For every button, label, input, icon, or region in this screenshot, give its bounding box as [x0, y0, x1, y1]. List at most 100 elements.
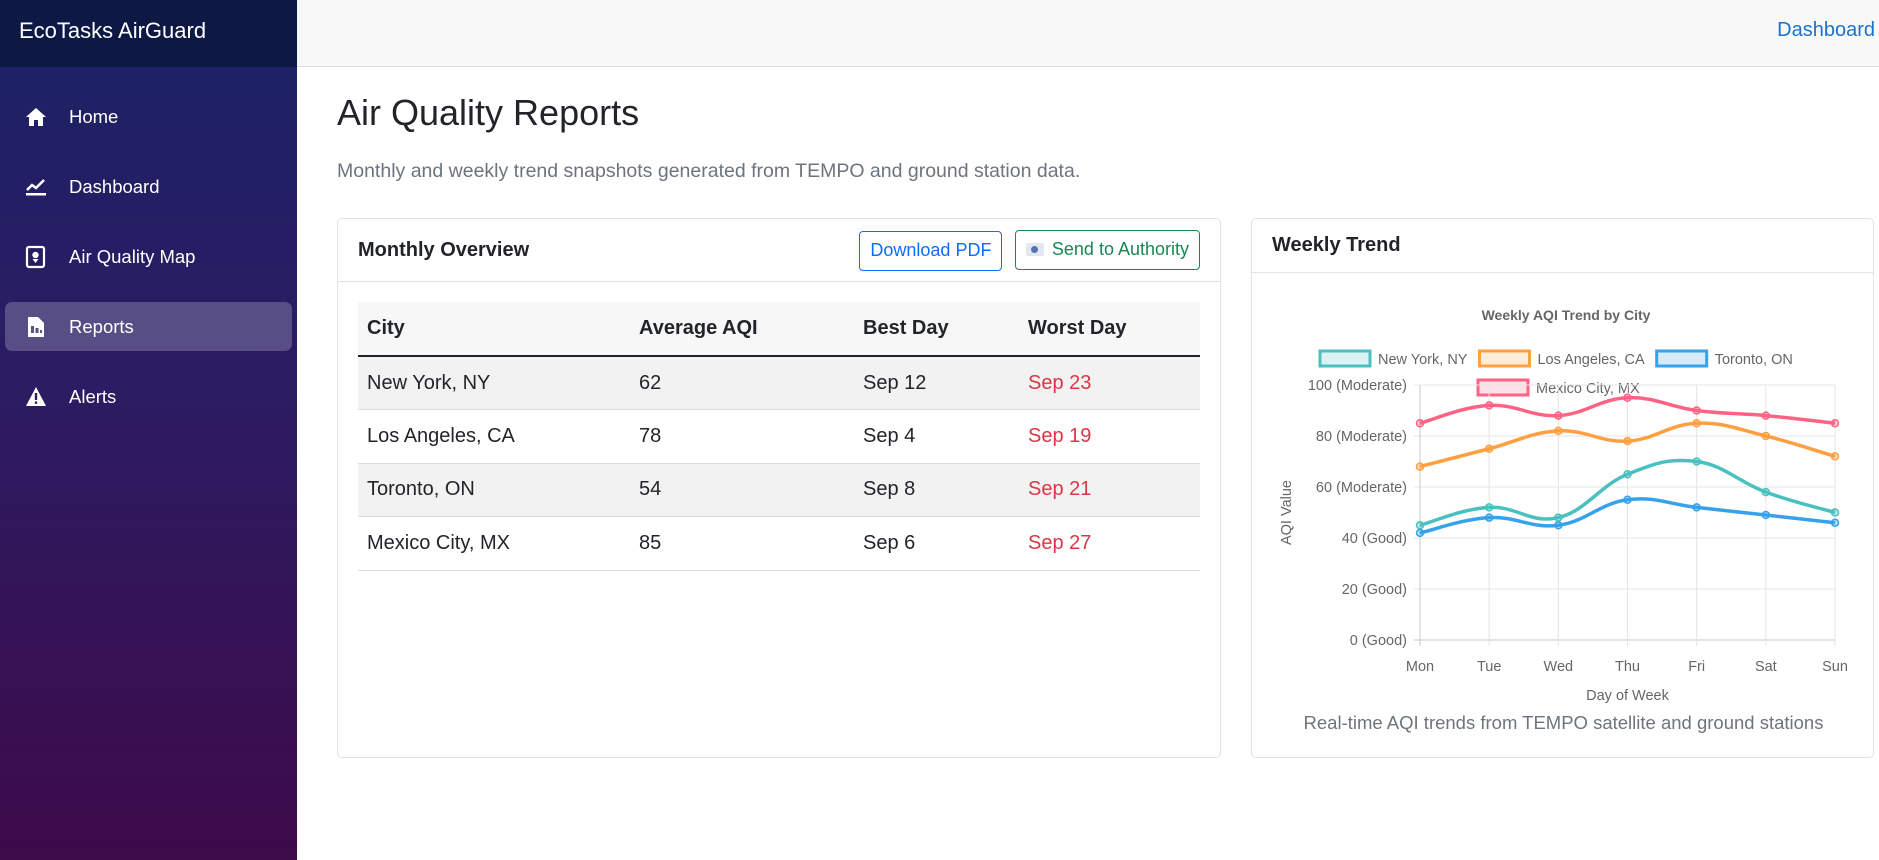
y-axis-title: AQI Value: [1279, 480, 1295, 545]
cell-city: Toronto, ON: [358, 463, 630, 517]
table-row: Los Angeles, CA 78 Sep 4 Sep 19: [358, 409, 1200, 464]
y-tick-label: 20 (Good): [1342, 582, 1407, 598]
y-tick-label: 40 (Good): [1342, 531, 1407, 547]
data-point: [1761, 411, 1771, 420]
sidebar-item-label: Air Quality Map: [69, 245, 196, 267]
legend-swatch: [1477, 349, 1531, 368]
y-tick-label: 80 (Moderate): [1316, 429, 1407, 445]
sidebar-item-alerts[interactable]: Alerts: [5, 372, 292, 421]
x-tick-label: Wed: [1544, 659, 1574, 675]
send-to-authority-button[interactable]: Send to Authority: [1014, 229, 1200, 270]
legend-swatch: [1476, 378, 1530, 397]
data-point: [1554, 411, 1563, 420]
cell-average-aqi: 85: [630, 516, 854, 571]
cell-worst-day: Sep 27: [1019, 516, 1200, 571]
report-icon: [23, 315, 49, 339]
data-point: [1761, 487, 1771, 497]
data-point: [1692, 457, 1701, 466]
data-point: [1415, 528, 1425, 538]
weekly-trend-header: Weekly Trend: [1252, 219, 1873, 273]
alert-icon: [23, 385, 49, 409]
brand-title: EcoTasks AirGuard: [0, 0, 297, 67]
sidebar-item-reports[interactable]: Reports: [5, 302, 292, 351]
sidebar-item-label: Alerts: [69, 385, 117, 407]
flag-icon: [1025, 243, 1044, 256]
sidebar-item-label: Home: [69, 105, 119, 127]
weekly-aqi-chart: Weekly AQI Trend by City New York, NY Los …: [1279, 307, 1848, 703]
chart-caption: Real-time AQI trends from TEMPO satellit…: [1303, 712, 1824, 733]
chart-title: Weekly AQI Trend by City: [1482, 307, 1651, 323]
weekly-trend-card: Weekly Trend Weekly AQI Trend by City New…: [1251, 218, 1874, 758]
download-pdf-button[interactable]: Download PDF: [859, 230, 1003, 271]
data-point: [1761, 431, 1771, 441]
y-tick-label: 60 (Moderate): [1316, 480, 1407, 496]
data-point: [1830, 419, 1840, 428]
cell-best-day: Sep 6: [854, 516, 1019, 571]
send-to-authority-label: Send to Authority: [1051, 239, 1189, 259]
sidebar-item-air-quality-map[interactable]: Air Quality Map: [5, 232, 292, 281]
cell-average-aqi: 78: [630, 409, 854, 464]
monthly-overview-card: Monthly Overview Download PDF Send to Au…: [337, 218, 1221, 758]
monthly-overview-title: Monthly Overview: [358, 238, 530, 261]
data-point: [1484, 444, 1494, 453]
map-icon: [23, 245, 49, 269]
legend-label: Toronto, ON: [1715, 352, 1793, 368]
top-navbar: Dashboard: [297, 0, 1879, 67]
data-point: [1415, 419, 1425, 428]
legend-label: Los Angeles, CA: [1537, 352, 1645, 368]
y-tick-label: 100 (Moderate): [1308, 378, 1407, 394]
table-row: New York, NY 62 Sep 12 Sep 23: [358, 356, 1200, 410]
x-tick-label: Sat: [1755, 659, 1777, 675]
data-point: [1830, 518, 1840, 527]
column-header-city: City: [358, 302, 630, 357]
page-title: Air Quality Reports: [337, 92, 640, 133]
x-tick-label: Mon: [1406, 659, 1434, 675]
cell-city: New York, NY: [358, 356, 630, 410]
cell-best-day: Sep 12: [854, 356, 1019, 410]
cell-worst-day: Sep 23: [1019, 356, 1200, 410]
data-point: [1554, 521, 1563, 530]
page-subtitle: Monthly and weekly trend snapshots gener…: [337, 160, 1081, 182]
monthly-actions: Download PDF Send to Authority: [859, 229, 1200, 271]
data-point: [1484, 513, 1494, 522]
cell-worst-day: Sep 19: [1019, 409, 1200, 464]
sidebar-item-dashboard[interactable]: Dashboard: [5, 162, 292, 211]
data-point: [1692, 406, 1701, 415]
cell-average-aqi: 62: [630, 356, 854, 410]
table-row: Toronto, ON 54 Sep 8 Sep 21: [358, 463, 1200, 517]
table-header-row: City Average AQI Best Day Worst Day: [358, 302, 1200, 357]
data-point: [1623, 495, 1632, 504]
legend-label: New York, NY: [1378, 352, 1468, 368]
data-point: [1484, 401, 1494, 410]
table-row: Mexico City, MX 85 Sep 6 Sep 27: [358, 516, 1200, 571]
data-point: [1484, 503, 1494, 512]
data-point: [1623, 436, 1632, 446]
data-point: [1554, 426, 1563, 436]
data-point: [1554, 513, 1563, 522]
weekly-trend-title: Weekly Trend: [1272, 234, 1401, 256]
cell-worst-day: Sep 21: [1019, 463, 1200, 517]
data-point: [1415, 462, 1425, 471]
cell-city: Mexico City, MX: [358, 516, 630, 571]
sidebar-item-home[interactable]: Home: [5, 92, 292, 141]
data-point: [1623, 470, 1632, 479]
data-point: [1415, 521, 1425, 530]
x-tick-label: Sun: [1822, 659, 1848, 675]
legend-swatch: [1318, 349, 1372, 368]
data-point: [1692, 419, 1701, 428]
column-header-average-aqi: Average AQI: [630, 302, 854, 357]
x-tick-label: Fri: [1688, 659, 1705, 675]
cell-best-day: Sep 4: [854, 409, 1019, 464]
x-tick-label: Thu: [1615, 659, 1640, 675]
cell-city: Los Angeles, CA: [358, 409, 630, 464]
sidebar: EcoTasks AirGuard Home Dashboard Air Qua…: [0, 0, 297, 860]
chart-line-icon: [23, 175, 49, 199]
data-point: [1761, 510, 1771, 520]
x-axis-title: Day of Week: [1586, 688, 1669, 703]
cell-best-day: Sep 8: [854, 463, 1019, 517]
column-header-best-day: Best Day: [854, 302, 1019, 357]
x-tick-label: Tue: [1477, 659, 1501, 675]
topbar-dashboard-link[interactable]: Dashboard: [1777, 19, 1875, 42]
column-header-worst-day: Worst Day: [1019, 302, 1200, 357]
download-pdf-label: Download PDF: [870, 240, 992, 260]
